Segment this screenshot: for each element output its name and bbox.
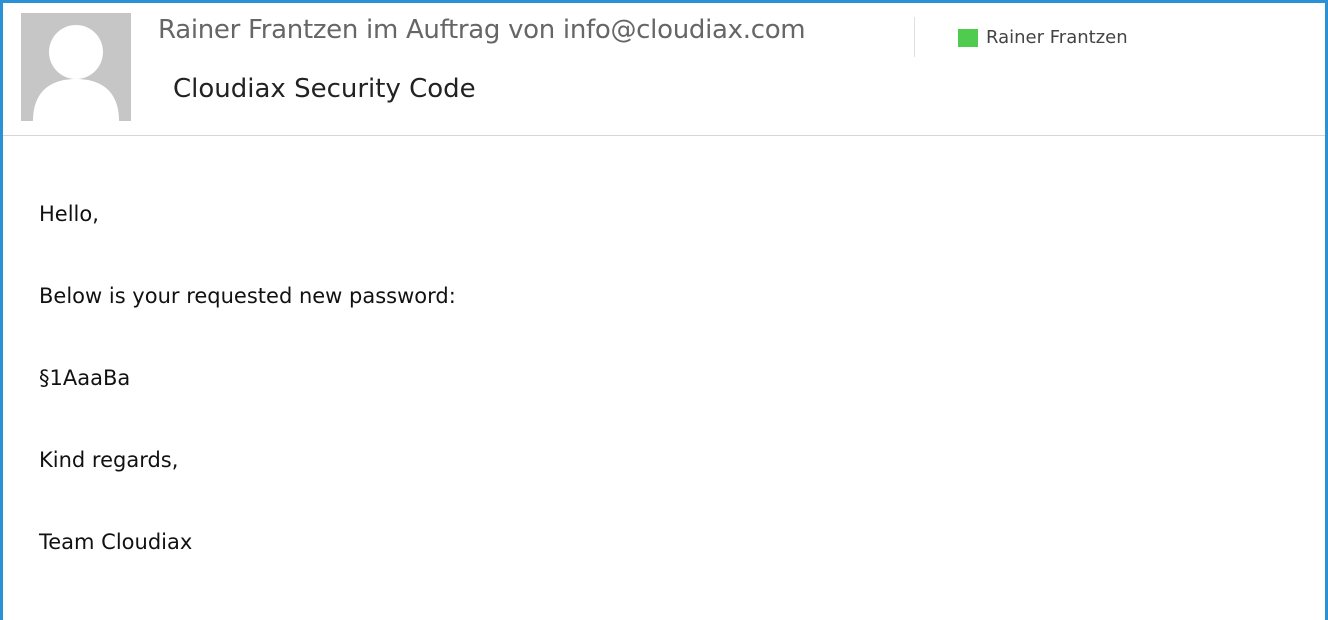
person-silhouette-icon — [21, 13, 131, 121]
message-subject: Cloudiax Security Code — [173, 74, 476, 104]
body-password: §1AaaBa — [39, 366, 131, 390]
body-closing: Kind regards, — [39, 448, 179, 472]
message-body: Hello, Below is your requested new passw… — [39, 200, 456, 610]
category-color-swatch — [958, 28, 978, 47]
message-header: Rainer Frantzen im Auftrag von info@clou… — [3, 3, 1325, 136]
category-tag[interactable]: Rainer Frantzen — [958, 27, 1128, 48]
body-signature: Team Cloudiax — [39, 530, 193, 554]
category-label: Rainer Frantzen — [986, 27, 1128, 48]
sender-avatar[interactable] — [21, 13, 131, 121]
body-greeting: Hello, — [39, 202, 99, 226]
body-intro: Below is your requested new password: — [39, 284, 456, 308]
header-divider — [914, 17, 915, 57]
email-reading-pane: Rainer Frantzen im Auftrag von info@clou… — [0, 0, 1328, 620]
sender-line[interactable]: Rainer Frantzen im Auftrag von info@clou… — [158, 15, 806, 45]
